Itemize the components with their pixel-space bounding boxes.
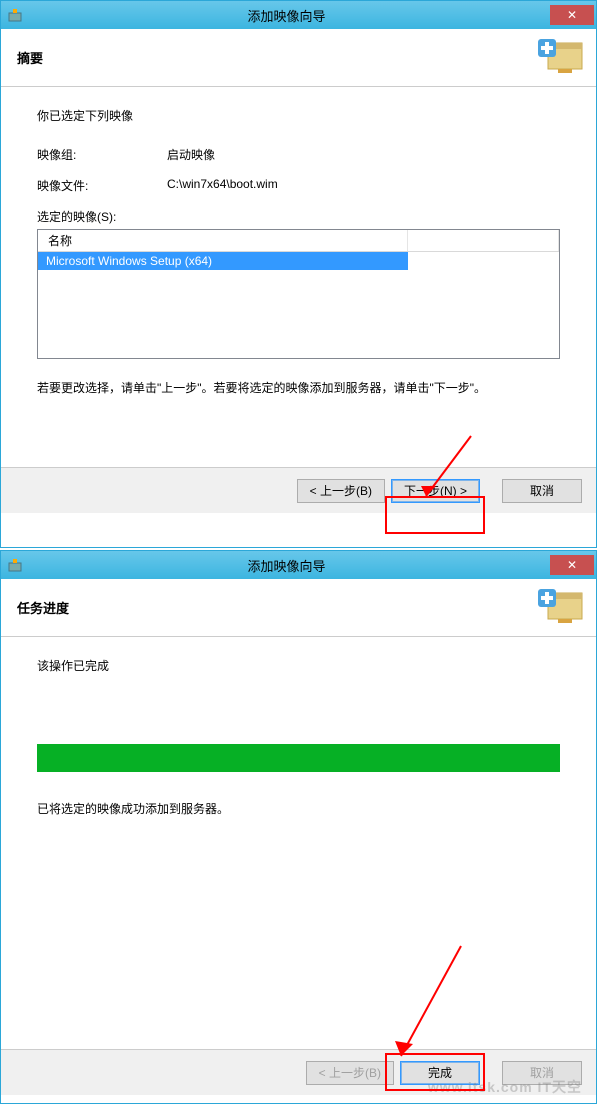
wizard-icon: [536, 37, 584, 77]
col-spacer: [408, 230, 559, 251]
wizard-dialog-progress: 添加映像向导 ✕ 任务进度 该操作已完成 已将选定的映像成功添加到服务器。 < …: [0, 550, 597, 1104]
app-icon: [7, 7, 23, 23]
dialog-title: 添加映像向导: [23, 6, 550, 25]
dialog-title: 添加映像向导: [23, 556, 550, 575]
next-button[interactable]: 下一步(N) >: [391, 479, 480, 503]
selected-images-listbox[interactable]: 名称 Microsoft Windows Setup (x64): [37, 229, 560, 359]
close-button[interactable]: ✕: [550, 555, 594, 575]
page-title: 摘要: [17, 48, 43, 67]
list-item[interactable]: Microsoft Windows Setup (x64): [38, 252, 408, 270]
back-button: < 上一步(B): [306, 1061, 394, 1085]
image-group-value: 启动映像: [167, 146, 215, 163]
content-area: 该操作已完成 已将选定的映像成功添加到服务器。: [1, 637, 596, 1049]
col-name[interactable]: 名称: [38, 230, 408, 251]
watermark: www.itsk.com IT天空: [428, 1077, 582, 1097]
content-area: 你已选定下列映像 映像组: 启动映像 映像文件: C:\win7x64\boot…: [1, 87, 596, 467]
listbox-header: 名称: [38, 230, 559, 252]
selected-images-label: 选定的映像(S):: [37, 208, 560, 225]
image-group-row: 映像组: 启动映像: [37, 146, 560, 163]
back-button[interactable]: < 上一步(B): [297, 479, 385, 503]
image-file-row: 映像文件: C:\win7x64\boot.wim: [37, 177, 560, 194]
wizard-icon: [536, 587, 584, 627]
result-text: 已将选定的映像成功添加到服务器。: [37, 800, 560, 817]
header-band: 任务进度: [1, 579, 596, 637]
progress-bar: [37, 744, 560, 772]
app-icon: [7, 557, 23, 573]
image-group-label: 映像组:: [37, 146, 167, 163]
close-button[interactable]: ✕: [550, 5, 594, 25]
image-file-label: 映像文件:: [37, 177, 167, 194]
cancel-button[interactable]: 取消: [502, 479, 582, 503]
intro-text: 你已选定下列映像: [37, 107, 560, 124]
page-title: 任务进度: [17, 598, 69, 617]
titlebar: 添加映像向导 ✕: [1, 551, 596, 579]
header-band: 摘要: [1, 29, 596, 87]
status-text: 该操作已完成: [37, 657, 560, 674]
button-row: < 上一步(B) 下一步(N) > 取消: [1, 467, 596, 513]
titlebar: 添加映像向导 ✕: [1, 1, 596, 29]
wizard-dialog-summary: 添加映像向导 ✕ 摘要 你已选定下列映像 映像组: 启动映像 映像文件: C:\…: [0, 0, 597, 548]
image-file-value: C:\win7x64\boot.wim: [167, 177, 278, 194]
instruction-text: 若要更改选择，请单击"上一步"。若要将选定的映像添加到服务器，请单击"下一步"。: [37, 379, 560, 396]
